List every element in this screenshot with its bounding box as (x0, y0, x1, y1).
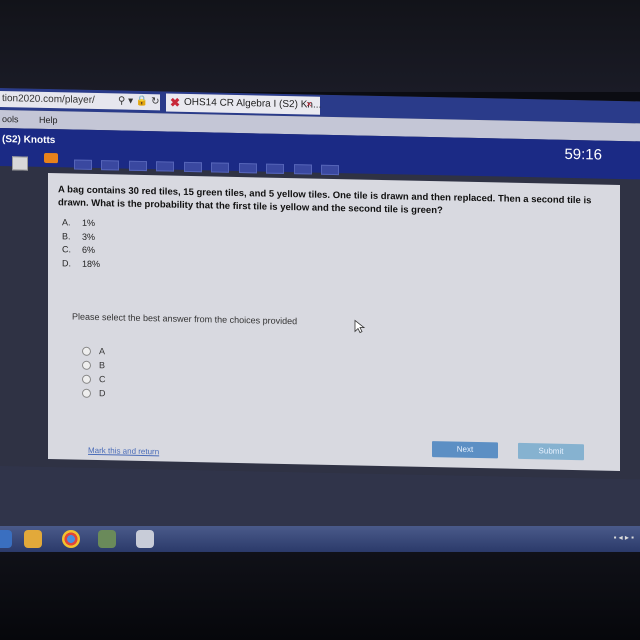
monitor-bezel-top (0, 0, 640, 92)
address-bar-icons[interactable]: ⚲ ▾ 🔒 ↻ (118, 93, 160, 110)
radio-option-c[interactable]: C (82, 372, 106, 386)
favicon-icon: ✖ (170, 95, 181, 110)
question-nav-item[interactable] (128, 160, 147, 172)
option-value: 1% (82, 217, 96, 228)
radio-label: A (99, 346, 106, 357)
screen: tion2020.com/player/ ⚲ ▾ 🔒 ↻ ✖ OHS14 CR … (0, 88, 640, 572)
question-nav-item[interactable] (101, 160, 120, 171)
option-value: 3% (82, 231, 96, 242)
question-nav-item[interactable] (74, 159, 92, 170)
radio-label: B (99, 360, 106, 371)
option-letter: D. (62, 257, 71, 268)
radio-option-a[interactable]: A (82, 344, 106, 358)
question-nav-item[interactable] (183, 161, 202, 173)
radio-label: D (99, 388, 106, 399)
monitor-bezel-bottom (0, 552, 640, 640)
radio-label: C (99, 374, 106, 385)
app-icon[interactable] (98, 530, 116, 548)
submit-button[interactable]: Submit (518, 442, 584, 461)
question-nav (74, 157, 354, 176)
menu-item-help[interactable]: Help (39, 115, 58, 125)
close-tab-icon[interactable]: × (306, 96, 312, 114)
radio-option-b[interactable]: B (82, 358, 106, 372)
next-button[interactable]: Next (432, 441, 498, 459)
start-button-icon[interactable] (0, 530, 12, 548)
timer: 59:16 (564, 145, 602, 164)
instruction-text: Please select the best answer from the c… (72, 311, 298, 327)
question-nav-item[interactable] (293, 164, 312, 175)
mark-and-return-link[interactable]: Mark this and return (88, 446, 159, 456)
chrome-icon[interactable] (62, 530, 80, 548)
option-value: 6% (82, 244, 96, 255)
question-text: A bag contains 30 red tiles, 15 green ti… (58, 184, 592, 217)
radio-option-d[interactable]: D (82, 386, 106, 400)
flag-button[interactable] (44, 152, 58, 164)
question-nav-item[interactable] (156, 161, 175, 172)
mouse-cursor-icon (354, 319, 366, 334)
option-letter: C. (62, 244, 71, 255)
option-d: D. 18% (62, 257, 100, 271)
option-b: B. 3% (62, 230, 100, 244)
option-letter: B. (62, 230, 71, 241)
url-text: tion2020.com/player/ (2, 93, 95, 106)
calculator-icon[interactable] (12, 156, 28, 171)
radio-button[interactable] (82, 374, 91, 384)
question-nav-item[interactable] (321, 164, 340, 176)
question-nav-item[interactable] (266, 163, 285, 174)
option-letter: A. (62, 217, 71, 228)
radio-button[interactable] (82, 388, 91, 398)
taskbar: ▪ ◂ ▸ ▪ (0, 526, 640, 552)
option-a: A. 1% (62, 216, 100, 230)
radio-button[interactable] (82, 346, 91, 356)
menu-item-tools[interactable]: ools (2, 114, 19, 124)
tab-title: OHS14 CR Algebra I (S2) Kn... (184, 96, 322, 111)
answer-options: A. 1% B. 3% C. 6% D. 18% (62, 216, 100, 271)
system-tray[interactable]: ▪ ◂ ▸ ▪ (614, 533, 634, 542)
window-icon[interactable] (136, 530, 154, 548)
course-title: (S2) Knotts (2, 134, 56, 147)
question-panel: A bag contains 30 red tiles, 15 green ti… (48, 173, 620, 471)
radio-button[interactable] (82, 360, 91, 370)
question-nav-item[interactable] (211, 162, 230, 173)
question-nav-item[interactable] (238, 163, 257, 174)
file-explorer-icon[interactable] (24, 530, 42, 548)
option-c: C. 6% (62, 243, 100, 257)
option-value: 18% (82, 258, 101, 269)
answer-radio-group: A B C D (82, 344, 106, 400)
browser-tab[interactable]: ✖ OHS14 CR Algebra I (S2) Kn... × (166, 93, 322, 115)
